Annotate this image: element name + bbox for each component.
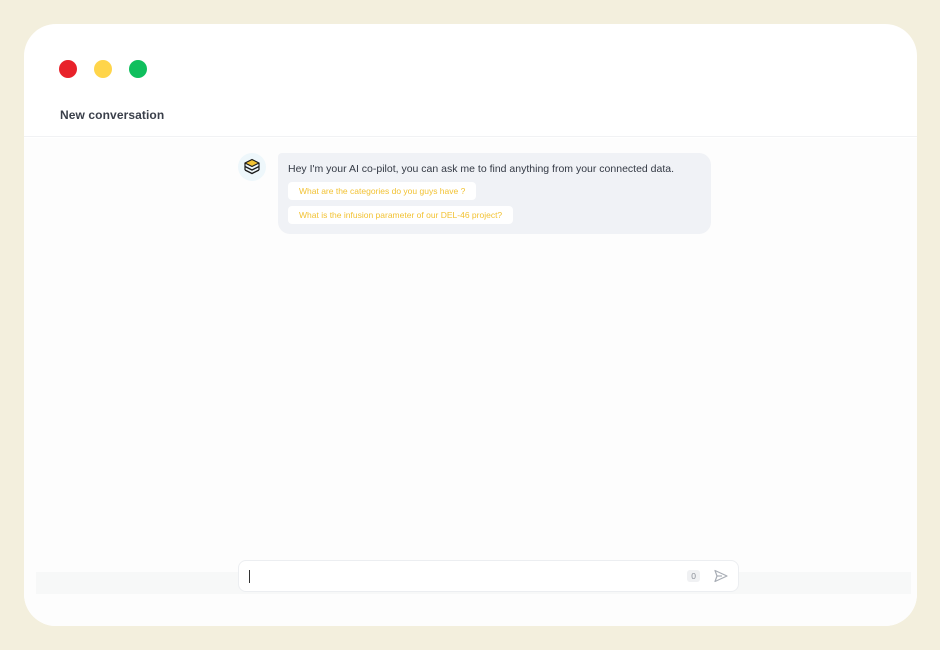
message-bubble: Hey I'm your AI co-pilot, you can ask me… [278,153,711,234]
window-controls [59,60,147,78]
send-button[interactable] [714,569,728,583]
close-window-button[interactable] [59,60,77,78]
app-window: New conversation Hey I'm your AI co-pilo… [24,24,917,626]
chat-area: Hey I'm your AI co-pilot, you can ask me… [24,138,917,626]
assistant-message: Hey I'm your AI co-pilot, you can ask me… [238,153,711,234]
suggestion-list: What are the categories do you guys have… [288,182,701,224]
window-header: New conversation [24,24,917,137]
maximize-window-button[interactable] [129,60,147,78]
conversation-title: New conversation [60,108,165,122]
stack-cube-icon [244,158,260,175]
message-input[interactable] [250,570,688,582]
minimize-window-button[interactable] [94,60,112,78]
suggestion-chip-categories[interactable]: What are the categories do you guys have… [288,182,477,200]
suggestion-chip-infusion-parameter[interactable]: What is the infusion parameter of our DE… [288,206,514,224]
assistant-greeting: Hey I'm your AI co-pilot, you can ask me… [288,163,675,175]
send-icon [714,569,728,583]
assistant-avatar [238,153,266,181]
character-count: 0 [687,570,700,582]
message-composer: 0 [238,560,739,592]
